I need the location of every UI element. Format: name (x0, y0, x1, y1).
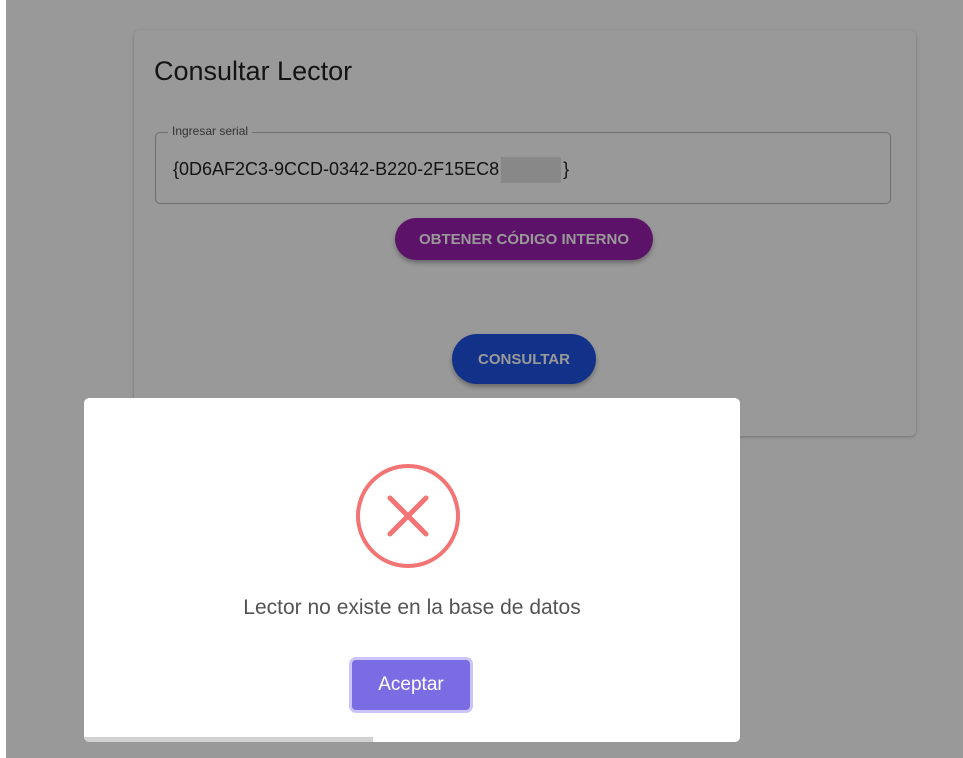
error-dialog: Lector no existe en la base de datos Ace… (84, 398, 740, 742)
error-x-icon (356, 464, 460, 568)
accept-button[interactable]: Aceptar (352, 660, 470, 710)
app-viewport: Consultar Lector Ingresar serial {0D6AF2… (6, 0, 963, 758)
dialog-timer-progress-bar (84, 737, 373, 742)
dialog-message: Lector no existe en la base de datos (243, 596, 581, 619)
